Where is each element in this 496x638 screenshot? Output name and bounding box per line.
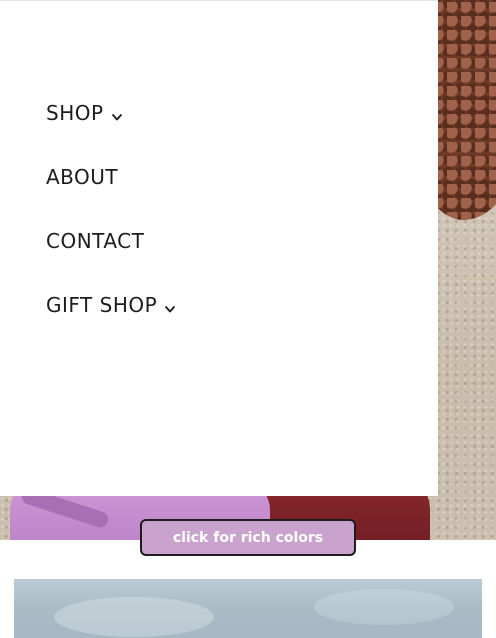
lower-image-cloud xyxy=(54,597,214,637)
nav-item-contact[interactable]: CONTACT xyxy=(46,227,176,255)
nav-item-label: GIFT SHOP xyxy=(46,293,158,317)
nav-item-label: ABOUT xyxy=(46,165,119,189)
nav-item-label: SHOP xyxy=(46,101,104,125)
nav-item-about[interactable]: ABOUT xyxy=(46,163,176,191)
navigation-drawer: SHOP ABOUT CONTACT GIFT SHOP xyxy=(0,0,438,496)
rich-colors-button[interactable]: click for rich colors xyxy=(140,519,356,556)
chevron-down-icon[interactable] xyxy=(164,303,176,315)
nav-item-gift-shop[interactable]: GIFT SHOP xyxy=(46,291,176,319)
nav-menu: SHOP ABOUT CONTACT GIFT SHOP xyxy=(46,99,176,355)
lower-banner-image[interactable] xyxy=(14,579,482,638)
chevron-down-icon[interactable] xyxy=(111,111,123,123)
lower-image-cloud xyxy=(314,589,454,625)
nav-item-label: CONTACT xyxy=(46,229,145,253)
page: SHOP ABOUT CONTACT GIFT SHOP click for r… xyxy=(0,0,496,638)
nav-item-shop[interactable]: SHOP xyxy=(46,99,176,127)
